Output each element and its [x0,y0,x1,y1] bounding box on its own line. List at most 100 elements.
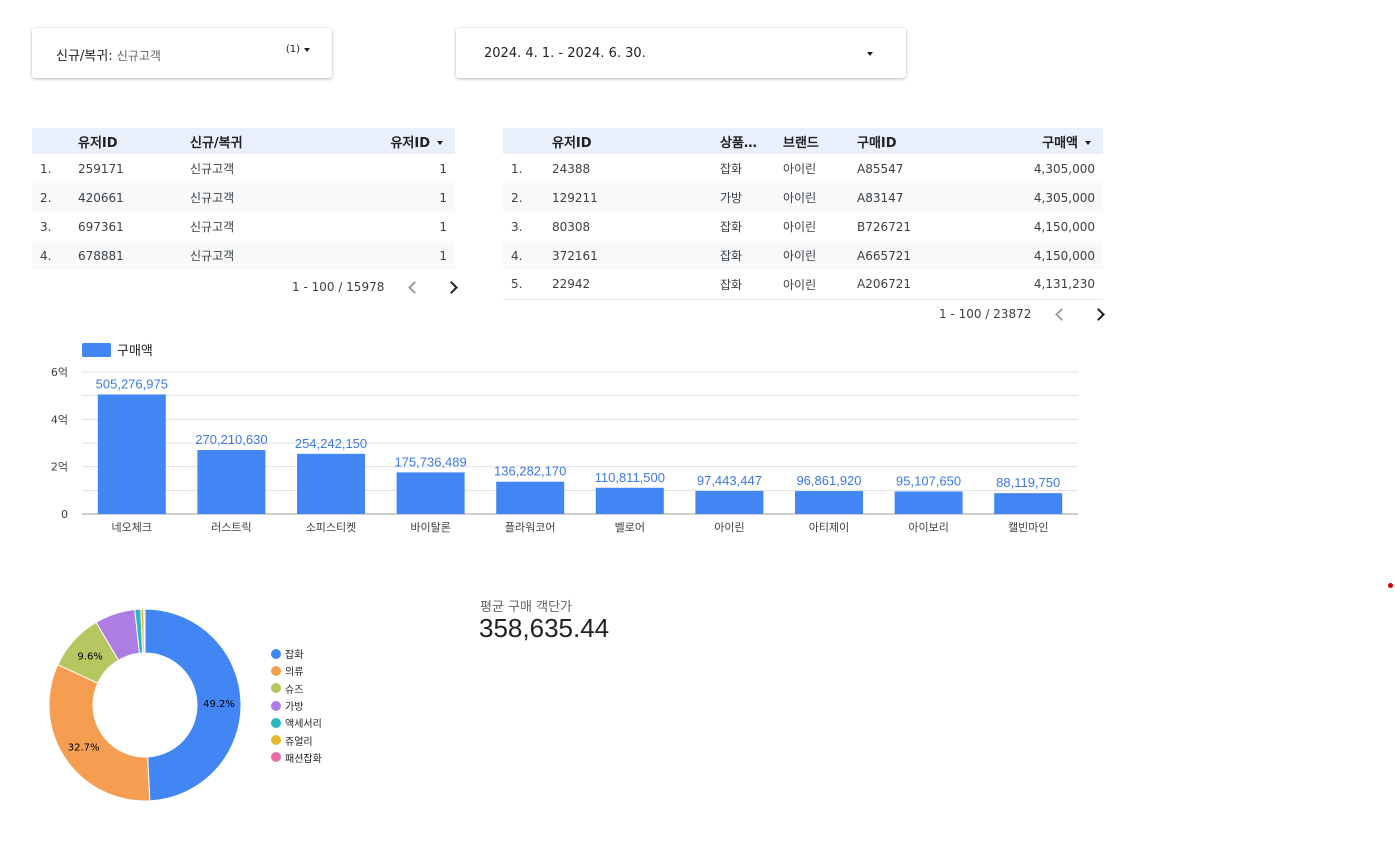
table-row: 4. 678881 신규고객 1 [32,241,455,270]
legend-item[interactable]: 가방 [271,697,322,714]
legend-label: 의류 [285,667,304,679]
legend-dot [271,683,281,694]
users-table-pagination: 1 - 100 / 15978 [292,280,459,294]
table-row: 1. 24388 잡화 아이린 A85547 4,305,000 [511,161,1095,177]
bar-data-label: 95,107,650 [896,473,961,488]
donut-legend: 잡화의류 슈즈가방액세서리쥬얼리패션잡화 [271,645,322,766]
legend-item[interactable]: 액세서리 [271,714,322,731]
table-header-row: 유저ID 상품… 브랜드 구매ID 구매액 [503,128,1103,154]
chevron-right-icon[interactable] [1092,307,1106,321]
cursor-dot [1388,583,1393,588]
table-row: 4. 372161 잡화 아이린 A665721 4,150,000 [503,241,1103,270]
legend-item[interactable]: 잡화 [271,645,322,662]
segment-filter[interactable]: 신규/복귀: 신규고객 (1) [32,28,332,78]
legend-item[interactable]: 쥬얼리 [271,731,322,748]
x-tick-label: 아이보리 [908,521,948,534]
table-row: 2. 129211 가방 아이린 A83147 4,305,000 [503,183,1103,212]
bar-data-label: 175,736,489 [394,454,466,469]
sort-desc-icon [1085,141,1091,145]
bar[interactable] [496,481,565,514]
legend-label: 쥬얼리 [285,736,313,748]
bar[interactable] [595,487,664,514]
date-range-filter[interactable]: 2024. 4. 1. - 2024. 6. 30. [456,28,906,78]
column-header[interactable]: 구매ID [857,128,977,154]
legend-dot [271,717,281,728]
y-tick-label: 6억 [51,366,68,379]
y-tick-label: 4억 [51,413,68,426]
slice-value-label: 49.2% [203,699,235,710]
brand-bar-chart: 0 2억 4억 6억 505,276,975 네오체크 270,210,630 러스트릭 254… [51,366,1078,534]
legend-dot [271,665,281,676]
table-row: 5. 22942 잡화 아이린 A206721 4,131,230 [503,270,1103,300]
x-tick-label: 아이린 [714,521,744,534]
slice-value-label: 32.7% [68,742,100,753]
legend-dot [271,700,281,711]
bar-data-label: 97,443,447 [697,473,762,488]
x-tick-label: 러스트릭 [211,521,251,534]
legend-item[interactable]: 슈즈 [271,680,322,697]
bar[interactable] [197,450,266,514]
legend-label: 잡화 [285,650,304,662]
category-donut-chart: 49.2% 32.7% 9.6% [48,608,242,802]
table-row: 2. 420661 신규고객 1 [32,183,455,212]
table-row: 3. 80308 잡화 아이린 B726721 4,150,000 [511,219,1095,235]
y-tick-label: 0 [61,508,68,521]
legend-dot [271,752,281,763]
column-header-sorted[interactable]: 구매액 [977,128,1103,154]
legend-item[interactable]: 의류 [271,662,322,679]
column-header[interactable]: 상품… [720,128,783,154]
x-tick-label: 플라워코어 [505,521,556,534]
donut-slice[interactable] [48,664,151,802]
x-tick-label: 소피스티켓 [306,521,357,534]
legend-swatch [82,342,111,357]
bar-chart-legend: 구매액 [82,340,153,359]
bar-data-label: 110,811,500 [595,470,665,485]
x-tick-label: 아티제이 [809,521,849,534]
legend-label: 패션잡화 [285,753,322,765]
legend-label: 구매액 [117,344,153,359]
y-tick-label: 2억 [51,461,68,474]
sort-desc-icon [437,141,443,145]
chevron-right-icon[interactable] [445,280,459,294]
x-tick-label: 바이탈론 [410,521,450,534]
chevron-left-icon[interactable] [1055,307,1069,321]
segment-filter-value: 신규고객 [116,49,161,63]
bar-data-label: 505,276,975 [96,376,168,391]
users-table: 유저ID 신규/복귀 유저ID 1. 259171 신규고객 1 2. 4206… [32,128,455,270]
chevron-left-icon[interactable] [408,280,422,294]
column-header[interactable]: 신규/복귀 [190,128,360,154]
legend-label: 가방 [285,702,304,714]
slice-value-label: 9.6% [77,651,102,662]
column-header[interactable]: 유저ID [78,128,190,154]
bar-data-label: 270,210,630 [195,432,267,447]
purchases-table-pagination: 1 - 100 / 23872 [939,307,1106,321]
legend-label: 액세서리 [285,719,322,731]
pagination-text: 1 - 100 / 23872 [939,307,1032,321]
column-header[interactable]: 유저ID [552,128,720,154]
donut-slice[interactable] [143,608,146,654]
chevron-down-icon[interactable] [304,48,310,52]
legend-item[interactable]: 패션잡화 [271,749,322,766]
bar-data-label: 136,282,170 [494,464,566,479]
legend-dot [271,735,281,746]
bar[interactable] [297,453,365,514]
segment-filter-count: (1) [285,44,300,55]
pagination-text: 1 - 100 / 15978 [292,280,385,294]
bar-data-label: 96,861,920 [796,473,861,488]
x-tick-label: 네오체크 [112,521,152,534]
bar[interactable] [97,394,166,514]
chevron-down-icon[interactable] [867,52,873,56]
x-tick-label: 캘빈마인 [1008,521,1048,534]
table-row: 3. 697361 신규고객 1 [40,219,447,235]
purchases-table: 유저ID 상품… 브랜드 구매ID 구매액 1. 24388 잡화 아이린 A8… [503,128,1103,300]
bar[interactable] [695,490,764,514]
kpi-value: 358,635.44 [479,613,610,643]
bar[interactable] [894,491,963,514]
bar[interactable] [396,472,465,514]
bar[interactable] [994,493,1063,514]
column-header[interactable]: 브랜드 [783,128,857,154]
bar-data-label: 88,119,750 [996,475,1060,490]
column-header-sorted[interactable]: 유저ID [360,128,455,154]
x-tick-label: 벨로어 [615,521,645,534]
bar[interactable] [795,491,863,514]
